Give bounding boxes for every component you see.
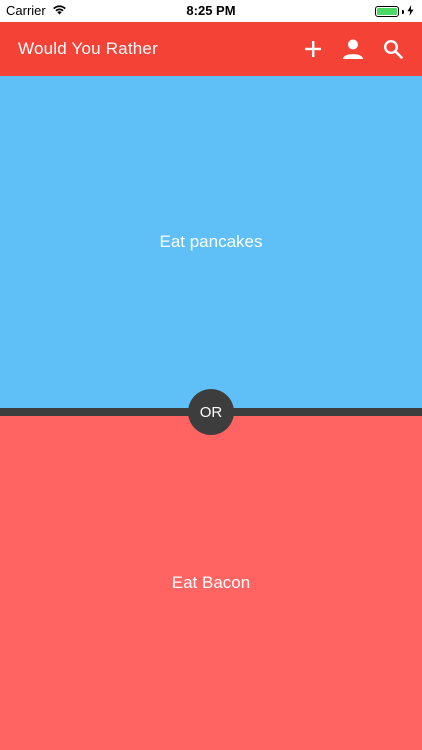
status-right [375, 4, 414, 19]
option-b-card[interactable]: Eat Bacon [0, 416, 422, 750]
battery-level [377, 8, 397, 15]
or-badge: OR [188, 389, 234, 435]
app-actions [302, 38, 404, 60]
status-bar: Carrier 8:25 PM [0, 0, 422, 22]
search-icon [383, 39, 403, 59]
app-title: Would You Rather [18, 39, 158, 58]
or-label: OR [199, 403, 223, 421]
charging-bolt-icon [407, 4, 414, 19]
profile-button[interactable] [342, 38, 364, 60]
option-b-label: Eat Bacon [171, 573, 251, 592]
app-bar: Would You Rather [0, 22, 422, 76]
option-a-card[interactable]: Eat pancakes [0, 76, 422, 408]
battery-icon [375, 6, 399, 17]
option-a-label: Eat pancakes [159, 232, 263, 251]
add-icon [305, 41, 321, 57]
add-button[interactable] [302, 38, 324, 60]
app-screen: Carrier 8:25 PM Would You Rather Eat pan… [0, 0, 422, 750]
battery-nub [402, 9, 404, 14]
search-button[interactable] [382, 38, 404, 60]
person-icon [343, 39, 363, 59]
status-time: 8:25 PM [186, 3, 236, 18]
